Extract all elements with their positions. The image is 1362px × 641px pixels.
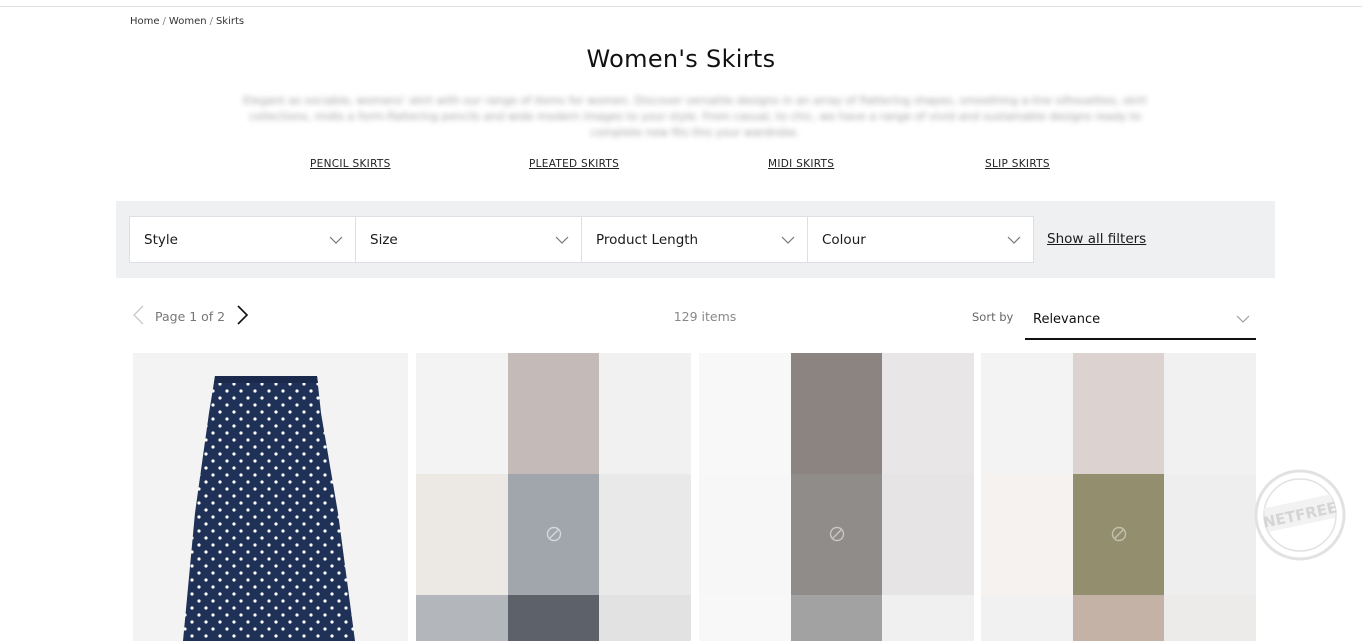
filter-style-dropdown[interactable]: Style <box>129 216 356 263</box>
netfree-seal: NETFREE <box>1252 467 1348 563</box>
category-links: PENCIL SKIRTS PLEATED SKIRTS MIDI SKIRTS… <box>0 158 1362 174</box>
filter-bar: Style Size Product Length Colour Show al… <box>116 201 1275 278</box>
breadcrumb-home[interactable]: Home <box>130 16 160 27</box>
chevron-down-icon <box>781 234 795 246</box>
sort-dropdown[interactable]: Relevance <box>1025 300 1256 340</box>
header-divider <box>0 6 1362 7</box>
product-card-placeholder[interactable] <box>981 353 1256 641</box>
image-unavailable-icon <box>1110 525 1128 543</box>
filter-colour-dropdown[interactable]: Colour <box>807 216 1034 263</box>
filter-product-length-dropdown[interactable]: Product Length <box>581 216 808 263</box>
chevron-down-icon <box>1236 313 1250 325</box>
chevron-down-icon <box>1007 234 1021 246</box>
polka-dot-skirt <box>183 376 355 641</box>
category-link-pleated-skirts[interactable]: PLEATED SKIRTS <box>529 158 619 170</box>
category-link-slip-skirts[interactable]: SLIP SKIRTS <box>985 158 1050 170</box>
filter-product-length-label: Product Length <box>596 231 699 248</box>
filter-colour-label: Colour <box>822 231 866 248</box>
filter-size-label: Size <box>370 231 398 248</box>
breadcrumb-separator: / <box>162 16 166 27</box>
page-title: Women's Skirts <box>586 45 776 73</box>
chevron-down-icon <box>329 234 343 246</box>
breadcrumb-women[interactable]: Women <box>169 16 207 27</box>
show-all-filters-link[interactable]: Show all filters <box>1047 231 1146 247</box>
category-link-pencil-skirts[interactable]: PENCIL SKIRTS <box>310 158 391 170</box>
category-intro-text: Elegant as sociable, womens' skirt with … <box>243 94 1147 139</box>
sort-label: Sort by <box>972 310 1014 324</box>
image-unavailable-icon <box>828 525 846 543</box>
breadcrumb-current: Skirts <box>215 16 245 27</box>
product-card-polka-dot-skirt[interactable] <box>133 353 408 641</box>
filter-style-label: Style <box>144 231 178 248</box>
filter-size-dropdown[interactable]: Size <box>355 216 582 263</box>
breadcrumb-separator: / <box>209 16 213 27</box>
image-unavailable-icon <box>545 525 563 543</box>
breadcrumb: Home / Women / Skirts <box>130 16 244 27</box>
category-link-midi-skirts[interactable]: MIDI SKIRTS <box>768 158 834 170</box>
product-card-placeholder[interactable] <box>416 353 691 641</box>
chevron-down-icon <box>555 234 569 246</box>
product-card-placeholder[interactable] <box>699 353 974 641</box>
sort-value: Relevance <box>1033 311 1101 327</box>
